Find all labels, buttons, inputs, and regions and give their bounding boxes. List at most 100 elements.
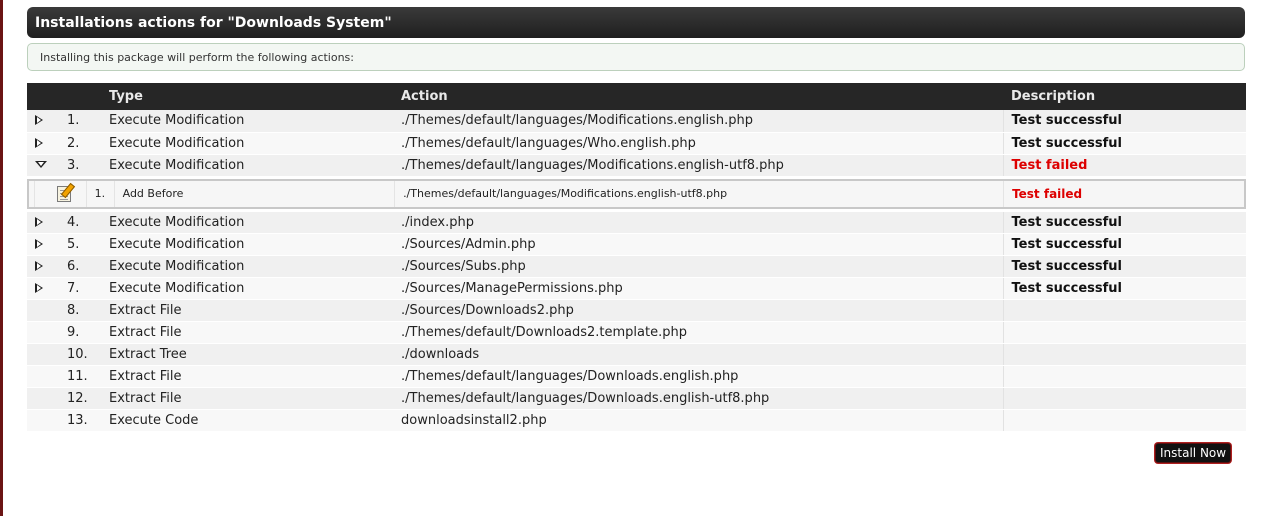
subaction-table: 1. Add Before ./Themes/default/languages/M… xyxy=(27,178,1246,209)
expand-arrow-icon[interactable] xyxy=(35,137,43,148)
header-action: Action xyxy=(401,89,448,104)
row-expander-cell[interactable] xyxy=(27,277,59,300)
row-type: Execute Modification xyxy=(101,255,393,278)
row-action: ./Sources/Admin.php xyxy=(393,233,1003,256)
expand-arrow-icon[interactable] xyxy=(35,260,43,271)
expand-arrow-icon[interactable] xyxy=(35,282,43,293)
row-expander-cell[interactable] xyxy=(27,233,59,256)
row-action: ./Themes/default/languages/Downloads.eng… xyxy=(393,387,1003,410)
row-number: 1. xyxy=(59,110,101,133)
row-action: ./Themes/default/Downloads2.template.php xyxy=(393,321,1003,344)
row-action: ./Sources/Subs.php xyxy=(393,255,1003,278)
row-expander-cell xyxy=(27,387,59,410)
row-description xyxy=(1002,299,1246,322)
header-number xyxy=(59,83,101,110)
section-header: Installations actions for "Downloads Sys… xyxy=(27,7,1245,38)
row-expander-cell[interactable] xyxy=(27,154,59,177)
section-title: Installations actions for "Downloads Sys… xyxy=(35,15,392,31)
table-row: 5. Execute Modification ./Sources/Admin.ph… xyxy=(27,233,1246,256)
row-description: Test successful xyxy=(1002,255,1246,278)
collapse-arrow-icon[interactable] xyxy=(35,160,47,168)
row-action: ./Sources/ManagePermissions.php xyxy=(393,277,1003,300)
table-row: 10. Extract Tree ./downloads xyxy=(27,343,1246,366)
row-number: 5. xyxy=(59,233,101,256)
expand-arrow-icon[interactable] xyxy=(35,115,43,126)
table-row: 12. Extract File ./Themes/default/language… xyxy=(27,387,1246,410)
row-number: 9. xyxy=(59,321,101,344)
row-expander-cell xyxy=(27,409,59,432)
table-row: 4. Execute Modification ./index.php Test su… xyxy=(27,211,1246,234)
row-description: Test failed xyxy=(1002,154,1246,177)
table-row: 7. Execute Modification ./Sources/ManagePe… xyxy=(27,277,1246,300)
row-type: Execute Modification xyxy=(101,110,393,133)
row-description xyxy=(1002,343,1246,366)
row-description: Test successful xyxy=(1002,233,1246,256)
row-number: 12. xyxy=(59,387,101,410)
row-number: 8. xyxy=(59,299,101,322)
row-type: Execute Modification xyxy=(101,277,393,300)
edit-icon xyxy=(56,182,75,202)
row-type: Extract File xyxy=(101,365,393,388)
row-type: Execute Code xyxy=(101,409,393,432)
row-number: 10. xyxy=(59,343,101,366)
row-type: Extract File xyxy=(101,387,393,410)
subaction-action: ./Themes/default/languages/Modifications… xyxy=(394,179,1004,208)
subaction-container-cell: 1. Add Before ./Themes/default/languages/M… xyxy=(27,176,1246,212)
row-expander-cell xyxy=(27,299,59,322)
row-description xyxy=(1002,365,1246,388)
row-expander-cell xyxy=(27,343,59,366)
row-action: ./downloads xyxy=(393,343,1003,366)
row-type: Extract Tree xyxy=(101,343,393,366)
row-type: Execute Modification xyxy=(101,233,393,256)
row-number: 3. xyxy=(59,154,101,177)
row-expander-cell[interactable] xyxy=(27,110,59,133)
subaction-icon-cell xyxy=(33,179,87,208)
subaction-description: Test failed xyxy=(1003,179,1245,208)
row-description: Test successful xyxy=(1002,132,1246,155)
row-type: Execute Modification xyxy=(101,154,393,177)
row-action: ./Themes/default/languages/Downloads.eng… xyxy=(393,365,1003,388)
row-type: Execute Modification xyxy=(101,211,393,234)
row-description: Test successful xyxy=(1002,211,1246,234)
table-row: 9. Extract File ./Themes/default/Downloads… xyxy=(27,321,1246,344)
row-expander-cell xyxy=(27,365,59,388)
expand-arrow-icon[interactable] xyxy=(35,238,43,249)
row-expander-cell xyxy=(27,321,59,344)
row-type: Execute Modification xyxy=(101,132,393,155)
header-expander xyxy=(27,83,59,110)
info-message: Installing this package will perform the… xyxy=(27,43,1245,71)
row-expander-cell[interactable] xyxy=(27,211,59,234)
header-type: Type xyxy=(109,89,143,104)
row-number: 2. xyxy=(59,132,101,155)
row-action: ./Sources/Downloads2.php xyxy=(393,299,1003,322)
actions-table: Type Action Description 1. Execute Modifi… xyxy=(27,83,1246,432)
table-row: 13. Execute Code downloadsinstall2.php xyxy=(27,409,1246,432)
row-action: downloadsinstall2.php xyxy=(393,409,1003,432)
row-description xyxy=(1002,409,1246,432)
row-description xyxy=(1002,321,1246,344)
table-row: 8. Extract File ./Sources/Downloads2.php xyxy=(27,299,1246,322)
row-action: ./Themes/default/languages/Who.english.p… xyxy=(393,132,1003,155)
row-expander-cell[interactable] xyxy=(27,255,59,278)
row-number: 11. xyxy=(59,365,101,388)
row-number: 7. xyxy=(59,277,101,300)
row-type: Extract File xyxy=(101,299,393,322)
expand-arrow-icon[interactable] xyxy=(35,216,43,227)
row-type: Extract File xyxy=(101,321,393,344)
table-header-row: Type Action Description xyxy=(27,83,1246,110)
row-number: 6. xyxy=(59,255,101,278)
subaction-row: 1. Add Before ./Themes/default/languages/M… xyxy=(28,179,1245,208)
pencil-icon xyxy=(60,182,75,198)
table-row: 6. Execute Modification ./Sources/Subs.php… xyxy=(27,255,1246,278)
install-now-button[interactable]: Install Now xyxy=(1155,443,1232,463)
row-number: 4. xyxy=(59,211,101,234)
row-number: 13. xyxy=(59,409,101,432)
row-action: ./Themes/default/languages/Modifications… xyxy=(393,154,1003,177)
row-description xyxy=(1002,387,1246,410)
row-expander-cell[interactable] xyxy=(27,132,59,155)
row-action: ./index.php xyxy=(393,211,1003,234)
table-row: 11. Extract File ./Themes/default/language… xyxy=(27,365,1246,388)
row-description: Test successful xyxy=(1002,277,1246,300)
subaction-number: 1. xyxy=(85,179,115,208)
row-description: Test successful xyxy=(1002,110,1246,133)
